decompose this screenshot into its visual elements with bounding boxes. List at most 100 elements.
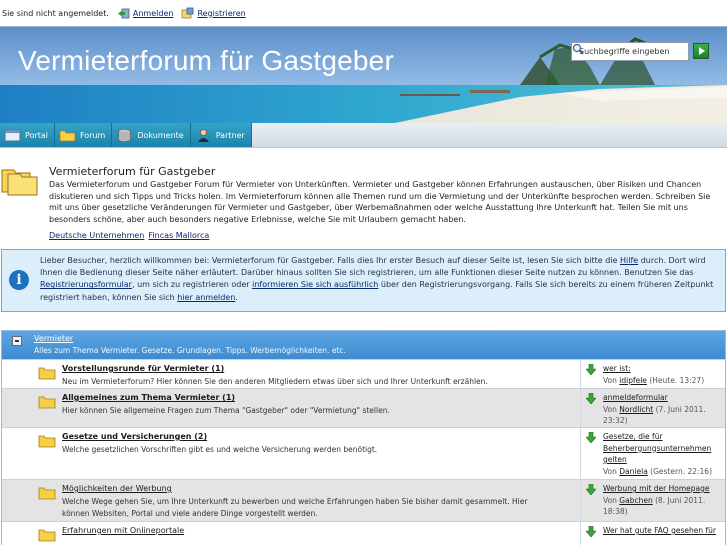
board-description: Welche Wege gehen Sie, um Ihre Unterkunf… (62, 497, 528, 518)
user-icon (197, 128, 209, 142)
search-placeholder: Suchbegriffe eingeben (579, 47, 670, 56)
tab-partner[interactable]: Partner (190, 123, 252, 147)
tab-partner-label: Partner (215, 130, 245, 140)
search-input[interactable]: Suchbegriffe eingeben (571, 42, 689, 61)
column-divider (580, 522, 581, 545)
registration-info-link[interactable]: informieren Sie sich ausführlich (252, 280, 378, 289)
last-post-meta: Von Nordlicht (7. Juni 2011. 23:32) (603, 404, 723, 427)
go-to-last-post-icon[interactable] (586, 364, 596, 375)
category-name[interactable]: Vermieter (34, 334, 73, 343)
board-row: Erfahrungen mit Onlineportale Wer hat gu… (2, 521, 725, 545)
board-list: Vermieter Alles zum Thema Vermieter. Ges… (1, 330, 726, 545)
last-post-meta: Von Daniela (Gestern. 22:16) (603, 466, 723, 478)
search-icon (572, 43, 584, 55)
forum-description: Das Vermieterforum und Gastgeber Forum f… (49, 180, 711, 224)
folder-icon (38, 435, 56, 448)
last-post-title[interactable]: anmeldeformular (603, 392, 723, 404)
register-link[interactable]: Registrieren (181, 7, 246, 20)
board-description: Welche gesetzlichen Vorschriften gibt es… (62, 445, 378, 454)
go-to-last-post-icon[interactable] (586, 526, 596, 537)
forum-sublinks: Deutsche Unternehmen Fincas Mallorca (49, 231, 213, 240)
registration-form-link[interactable]: Registrierungsformular (40, 280, 132, 289)
last-post: anmeldeformular Von Nordlicht (7. Juni 2… (603, 392, 723, 427)
board-description: Neu im Vermieterforum? Hier können Sie d… (62, 377, 488, 386)
collapse-toggle[interactable] (12, 336, 22, 346)
last-post-user[interactable]: Gabchen (619, 496, 652, 505)
board-row: Vorstellungsrunde für Vermieter (1) Neu … (2, 359, 725, 388)
login-icon (117, 8, 130, 18)
board-title[interactable]: Erfahrungen mit Onlineportale (62, 526, 184, 535)
login-status-text: Sie sind nicht angemeldet. (2, 8, 109, 18)
board-title[interactable]: Möglichkeiten der Werbung (62, 484, 172, 493)
register-icon (182, 7, 194, 18)
register-label[interactable]: Registrieren (197, 9, 245, 18)
last-post-by-prefix: Von (603, 375, 620, 385)
folder-icon (59, 130, 76, 141)
search-submit-button[interactable] (693, 43, 709, 59)
site-title: Vermieterforum für Gastgeber (18, 45, 394, 76)
last-post: wer ist: Von idipfele (Heute. 13:27) (603, 363, 723, 386)
help-link[interactable]: Hilfe (620, 256, 638, 265)
board-title[interactable]: Vorstellungsrunde für Vermieter (1) (62, 364, 224, 373)
board-row: Möglichkeiten der Werbung Welche Wege ge… (2, 479, 725, 521)
last-post-by-prefix: Von (603, 466, 620, 476)
forum-intro: Vermieterforum für Gastgeber Das Vermiet… (0, 150, 727, 245)
tab-dokumente[interactable]: Dokumente (112, 123, 191, 147)
last-post-time: (Gestern. 22:16) (647, 466, 713, 476)
column-divider (580, 480, 581, 521)
last-post-by-prefix: Von (603, 404, 620, 414)
tab-portal[interactable]: Portal (0, 123, 55, 147)
folder-icon (38, 529, 56, 542)
last-post-user[interactable]: idipfele (619, 376, 647, 385)
last-post-user[interactable]: Nordlicht (619, 405, 653, 414)
last-post-meta: Von idipfele (Heute. 13:27) (603, 375, 723, 387)
last-post-meta: Von Gabchen (8. Juni 2011. 18:38) (603, 495, 723, 518)
login-here-link[interactable]: hier anmelden (177, 293, 235, 302)
folder-icon (38, 367, 56, 380)
user-bar: Sie sind nicht angemeldet. Anmelden Regi… (0, 0, 727, 26)
header-banner: Vermieterforum für Gastgeber Suchbegriff… (0, 26, 727, 123)
last-post-user[interactable]: Daniela (619, 467, 648, 476)
welcome-text-part: , um sich zu registrieren oder (131, 280, 253, 290)
login-label[interactable]: Anmelden (133, 9, 174, 18)
last-post-time: (Heute. 13:27) (646, 375, 705, 385)
folder-icon (1, 169, 38, 196)
last-post-by-prefix: Von (603, 495, 620, 505)
welcome-text-part: Lieber Besucher, herzlich willkommen bei… (40, 256, 620, 265)
board-title[interactable]: Gesetze und Versicherungen (2) (62, 432, 207, 441)
go-to-last-post-icon[interactable] (586, 484, 596, 495)
welcome-text-part: . (235, 292, 238, 302)
board-title[interactable]: Allgemeines zum Thema Vermieter (1) (62, 393, 235, 402)
link-deutsche-unternehmen[interactable]: Deutsche Unternehmen (49, 231, 144, 240)
column-divider (580, 428, 581, 479)
category-description: Alles zum Thema Vermieter. Gesetze. Grun… (34, 346, 346, 355)
link-fincas-mallorca[interactable]: Fincas Mallorca (148, 231, 209, 240)
last-post: Gesetze, die für Beherbergungsunternehme… (603, 431, 723, 477)
welcome-info-box: i Lieber Besucher, herzlich willkommen b… (1, 249, 726, 312)
last-post-title[interactable]: Wer hat gute FAQ gesehen für (603, 525, 723, 537)
go-to-last-post-icon[interactable] (586, 393, 596, 404)
forum-title: Vermieterforum für Gastgeber (49, 165, 216, 178)
go-to-last-post-icon[interactable] (586, 432, 596, 443)
tab-forum[interactable]: Forum (54, 123, 113, 147)
column-divider (580, 360, 581, 388)
tab-dokumente-label: Dokumente (137, 130, 184, 140)
folder-icon (38, 396, 56, 409)
tab-forum-label: Forum (79, 130, 106, 140)
info-icon: i (9, 270, 29, 290)
tab-portal-label: Portal (25, 130, 48, 140)
main-navigation: Portal Forum Dokumente Partner (0, 123, 727, 148)
column-divider (580, 389, 581, 427)
database-icon (118, 128, 132, 142)
board-row: Gesetze und Versicherungen (2) Welche ge… (2, 427, 725, 479)
last-post-title[interactable]: wer ist: (603, 363, 723, 375)
last-post-title[interactable]: Werbung mit der Homepage (603, 483, 723, 495)
folder-icon (38, 487, 56, 500)
login-link[interactable]: Anmelden (117, 7, 174, 20)
last-post-title[interactable]: Gesetze, die für Beherbergungsunternehme… (603, 431, 723, 466)
portal-icon (4, 129, 21, 141)
last-post: Wer hat gute FAQ gesehen für (603, 525, 723, 537)
board-row: Allgemeines zum Thema Vermieter (1) Hier… (2, 388, 725, 427)
category-header: Vermieter Alles zum Thema Vermieter. Ges… (2, 331, 725, 359)
last-post: Werbung mit der Homepage Von Gabchen (8.… (603, 483, 723, 518)
